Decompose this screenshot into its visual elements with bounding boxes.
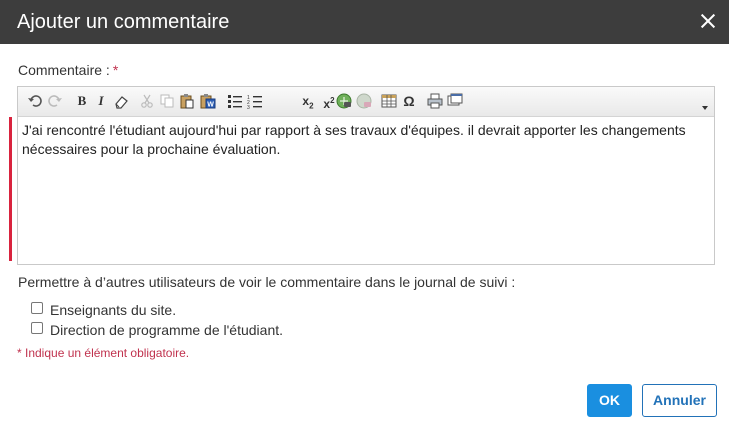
rich-text-editor[interactable]: B I W 123 x2 x2 Ω J'ai rencontré l'étudi… xyxy=(17,86,715,265)
bullet-list-icon[interactable] xyxy=(227,93,243,109)
option-site-teachers[interactable]: Enseignants du site. xyxy=(31,302,176,318)
paste-word-icon[interactable]: W xyxy=(199,93,217,109)
unlink-icon[interactable] xyxy=(356,93,372,109)
eraser-icon[interactable] xyxy=(113,93,129,109)
cut-icon[interactable] xyxy=(139,93,155,109)
dialog-header: Ajouter un commentaire xyxy=(0,0,729,44)
close-icon[interactable] xyxy=(697,10,719,32)
checkbox-site-teachers[interactable] xyxy=(31,302,43,314)
editor-toolbar: B I W 123 x2 x2 Ω xyxy=(18,87,714,117)
comment-label: Commentaire : * xyxy=(18,62,118,78)
cancel-button[interactable]: Annuler xyxy=(642,384,717,417)
subscript-icon[interactable]: x2 xyxy=(299,93,317,110)
link-icon[interactable] xyxy=(336,93,352,109)
comment-text[interactable]: J'ai rencontré l'étudiant aujourd'hui pa… xyxy=(22,121,702,159)
table-icon[interactable] xyxy=(381,93,397,109)
copy-icon[interactable] xyxy=(159,93,175,109)
option-site-teachers-label: Enseignants du site. xyxy=(50,302,177,318)
validation-indicator xyxy=(9,117,12,261)
print-icon[interactable] xyxy=(427,93,443,109)
dialog-title: Ajouter un commentaire xyxy=(17,11,230,33)
redo-icon[interactable] xyxy=(47,93,63,109)
preview-icon[interactable] xyxy=(447,93,463,109)
svg-text:W: W xyxy=(207,102,214,109)
visibility-label: Permettre à d’autres utilisateurs de voi… xyxy=(18,274,516,290)
italic-icon[interactable]: I xyxy=(94,93,108,109)
toolbar-collapse-icon[interactable] xyxy=(697,95,713,115)
paste-icon[interactable] xyxy=(179,93,195,109)
option-program-direction-label: Direction de programme de l'étudiant. xyxy=(50,322,284,338)
svg-text:3: 3 xyxy=(247,105,250,109)
comment-label-text: Commentaire : xyxy=(18,62,110,78)
special-char-icon[interactable]: Ω xyxy=(401,93,417,109)
numbered-list-icon[interactable]: 123 xyxy=(247,93,263,109)
required-marker: * xyxy=(112,62,119,78)
ok-button[interactable]: OK xyxy=(587,384,632,417)
checkbox-program-direction[interactable] xyxy=(31,322,43,334)
option-program-direction[interactable]: Direction de programme de l'étudiant. xyxy=(31,322,283,338)
bold-icon[interactable]: B xyxy=(75,93,89,109)
undo-icon[interactable] xyxy=(27,93,43,109)
required-note: * Indique un élément obligatoire. xyxy=(17,346,190,360)
